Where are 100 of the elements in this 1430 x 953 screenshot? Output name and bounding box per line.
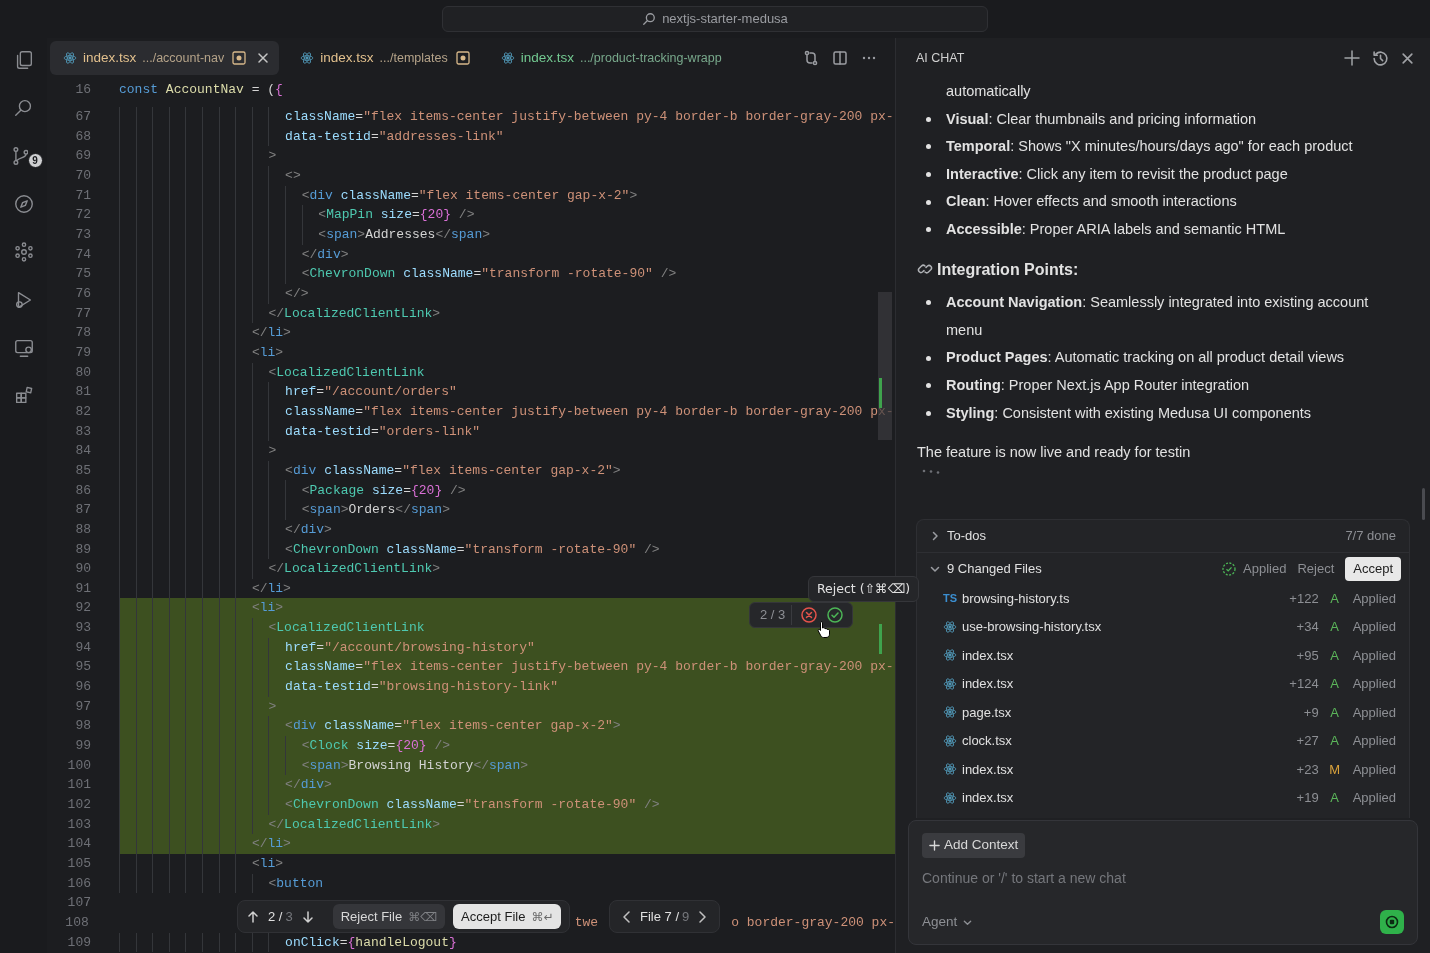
chevron-right-icon[interactable] [930,531,940,541]
close-icon[interactable] [1401,51,1414,65]
section-title[interactable]: 9 Changed Files [947,558,1042,579]
line-additions: +23 [1296,760,1319,779]
monitor-icon[interactable] [12,337,35,359]
line-number: 101 [66,776,92,795]
accept-button[interactable]: Accept [1345,556,1401,581]
compare-icon[interactable] [803,50,819,66]
chat-text: Account Navigation: Seamlessly integrated into existing account menu [946,293,1370,340]
chevron-right-icon[interactable] [697,910,708,923]
line-number: 105 [66,855,92,873]
accept-change-icon[interactable] [826,606,845,624]
line-number: 85 [74,461,92,480]
compass-icon[interactable] [12,193,35,215]
line-number: 75 [74,265,92,284]
code-fragment: o border-gray-200 px- [731,914,895,932]
code-line: const AccountNav = ({ [119,81,283,100]
file-row[interactable]: TS browsing-history.ts +122 A Applied [917,584,1409,613]
bullet [926,227,931,233]
split-editor-icon[interactable] [832,50,848,66]
line-number: 82 [74,402,92,421]
line-number: 74 [74,245,92,264]
close-icon[interactable] [257,52,270,64]
file-row[interactable]: use-browsing-history.tsx +34 A Applied [917,612,1409,641]
search-field[interactable]: nextjs-starter-medusa [442,6,988,32]
reject-button[interactable]: Reject [1293,558,1339,579]
change-type: A [1329,789,1340,807]
typing-dots-icon [922,468,940,475]
line-number: 83 [74,422,92,441]
change-type: A [1329,703,1340,722]
history-icon[interactable] [1372,49,1389,67]
line-number: 100 [66,756,92,775]
branch-icon[interactable] [12,145,28,167]
line-number: 87 [74,501,92,520]
line-number: 88 [74,520,92,539]
line-number: 78 [74,324,92,343]
bullet [926,383,931,389]
line-additions: +95 [1296,646,1319,665]
file-row[interactable]: index.tsx +95 A Applied [917,641,1409,670]
line-number: 97 [74,697,92,716]
change-counter: 2 / 3 [760,605,793,625]
react-icon [943,619,957,634]
stop-button[interactable] [1380,910,1404,934]
react-icon [943,790,957,805]
chevron-left-icon[interactable] [622,910,632,923]
code-line: <li> [119,342,895,363]
line-number: 86 [74,481,92,500]
bullet [926,300,931,306]
change-type: A [1329,675,1340,693]
line-number: 70 [74,167,92,186]
line-number: 84 [74,442,92,461]
line-additions: +34 [1296,618,1319,636]
code-line: <span>Addresses</span> [119,224,895,245]
code-line: <LocalizedClientLink [119,362,895,383]
line-number: 108 [64,914,90,932]
line-number: 106 [66,874,92,893]
line-additions: +9 [1303,703,1319,722]
chat-heading: Integration Points: [937,259,1079,280]
change-type: A [1329,646,1340,665]
line-number: 79 [74,343,92,362]
code-line: <span>Orders</span> [119,500,895,520]
tab-filename: index.tsx [83,48,137,67]
nodes-icon[interactable] [12,241,35,263]
line-number: 90 [74,560,92,579]
code-line: </LocalizedClientLink> [119,559,895,579]
line-number: 102 [66,796,92,815]
reject-change-icon[interactable] [800,606,819,624]
change-counter: 2 / [268,907,283,926]
file-row[interactable]: page.tsx +9 A Applied [917,698,1409,727]
file-row[interactable]: clock.tsx +27 A Applied [917,726,1409,755]
file-row[interactable]: index.tsx +124 A Applied [917,669,1409,698]
down-arrow-icon[interactable] [300,909,315,924]
editor-tab[interactable]: index.tsx .../account-nav [50,41,280,75]
up-arrow-icon[interactable] [246,909,260,924]
search-icon [642,12,657,26]
plus-icon[interactable] [1344,50,1360,66]
file-row[interactable]: index.tsx +19 A Applied [917,783,1409,812]
check-circle-icon [1222,561,1236,576]
line-additions: +122 [1289,589,1319,608]
chat-text: Visual: Clear thumbnails and pricing information [946,109,1258,129]
chat-input[interactable]: Continue or '/' to start a new chat [922,868,1404,889]
editor-tab[interactable]: index.tsx .../product-tracking-wrapp [487,41,732,75]
tooltip: Reject (⇧⌘⌫) [808,576,920,602]
badge: 9 [27,153,43,168]
code-line: <div className="flex items-center gap-x-2"> [119,460,895,481]
accept-file-button[interactable]: Accept File ⌘↵ [453,904,562,929]
applied-status: Applied [1243,559,1287,578]
line-number: 81 [74,383,92,402]
applied-status: Applied [1352,789,1396,807]
line-number: 92 [74,599,92,618]
editor-tab[interactable]: index.tsx .../templates [287,41,480,75]
change-type: A [1329,618,1340,636]
line-number: 96 [74,678,92,697]
reject-file-button[interactable]: Reject File ⌘⌫ [332,904,446,929]
todo-status: 7/7 done [1345,527,1396,546]
mode-dropdown[interactable]: Agent [922,911,973,933]
chat-text: Clean: Hover effects and smooth interactions [946,192,1238,212]
file-row[interactable]: index.tsx +23 M Applied [917,755,1409,784]
add-context-button[interactable]: Add Context [922,833,1026,858]
section-title[interactable]: To-dos [947,526,987,546]
